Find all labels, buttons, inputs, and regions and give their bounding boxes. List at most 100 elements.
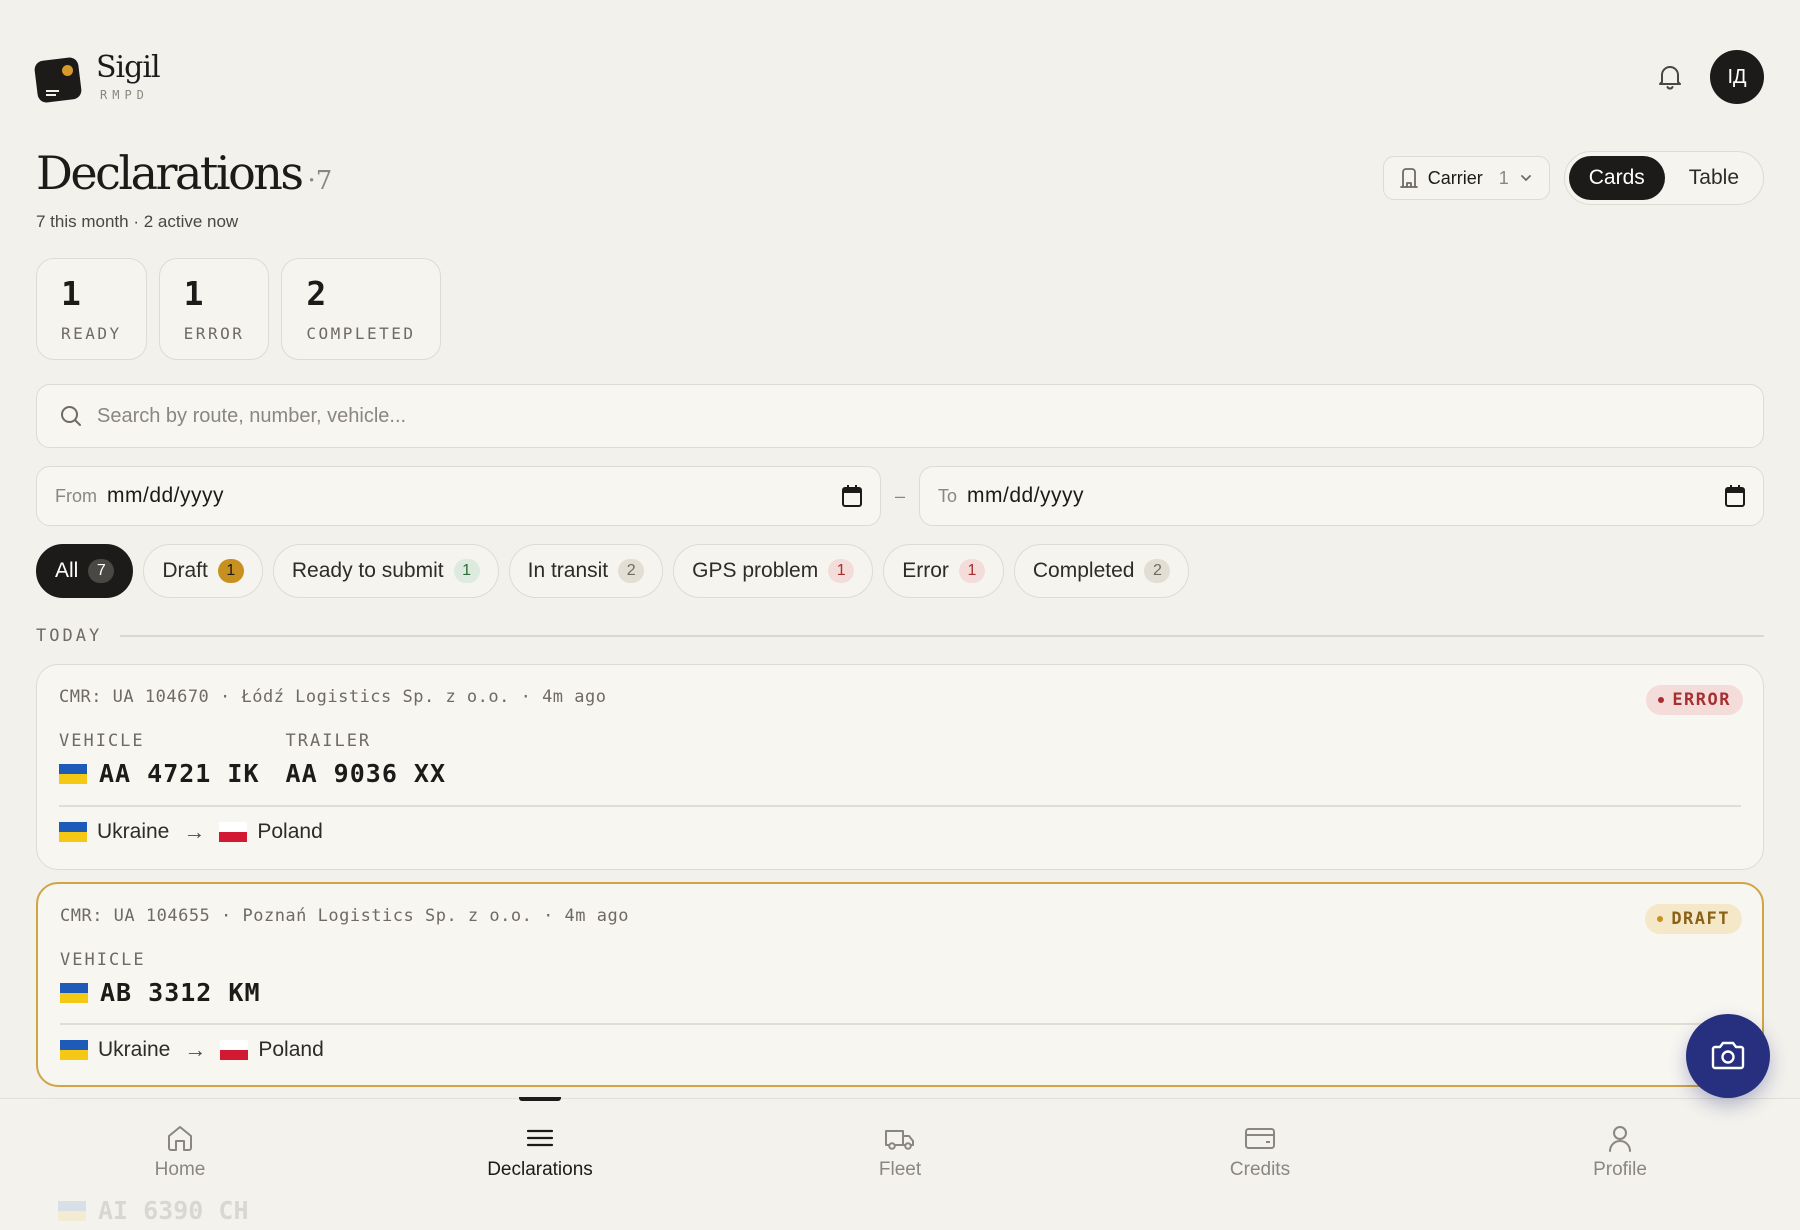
vehicle-label: VEHICLE (59, 731, 145, 751)
declaration-card[interactable]: CMR: UA 104655 · Poznań Logistics Sp. z … (36, 882, 1764, 1087)
date-from-input[interactable]: From mm/dd/yyyy (36, 466, 881, 526)
search-placeholder: Search by route, number, vehicle... (97, 404, 407, 427)
date-to-label: To (938, 485, 958, 506)
stat-label: ERROR (183, 324, 245, 343)
trailer-label: TRAILER (285, 731, 372, 751)
date-range: From mm/dd/yyyy – To mm/dd/yyyy (36, 466, 1764, 526)
search-input[interactable]: Search by route, number, vehicle... (36, 384, 1764, 448)
carrier-filter-dropdown[interactable]: Carrier 1 (1382, 156, 1550, 200)
stat-label: COMPLETED (306, 324, 416, 343)
filter-chip-completed[interactable]: Completed 2 (1013, 544, 1190, 598)
status-dot-icon (1658, 697, 1665, 703)
stat-label: READY (61, 324, 122, 343)
chip-count: 1 (453, 559, 480, 583)
chevron-down-icon (1520, 175, 1531, 181)
view-option-table[interactable]: Table (1669, 156, 1759, 200)
filter-chip-ready-to-submit[interactable]: Ready to submit 1 (272, 544, 499, 598)
truck-icon (885, 1130, 914, 1150)
status-badge: ERROR (1646, 685, 1743, 715)
route: Ukraine → Poland (60, 1037, 324, 1063)
vehicle-label: VEHICLE (60, 950, 146, 970)
view-option-cards[interactable]: Cards (1568, 156, 1665, 200)
logo-icon (33, 53, 83, 104)
carrier-label: Carrier (1427, 167, 1483, 188)
status-text: DRAFT (1671, 909, 1730, 929)
date-to-input[interactable]: To mm/dd/yyyy (919, 466, 1764, 526)
filter-chip-draft[interactable]: Draft 1 (143, 544, 263, 598)
date-range-separator: – (895, 485, 906, 506)
chip-label: In transit (527, 559, 609, 582)
vehicle-plate: AB 3312 KM (100, 978, 261, 1007)
stats-row: 1 READY 1 ERROR 2 COMPLETED (36, 258, 441, 360)
partial-vehicle-plate: AI 6390 CH (58, 1196, 249, 1225)
route-to: Poland (258, 1038, 324, 1061)
list-icon (526, 1129, 554, 1147)
declaration-card[interactable]: CMR: UA 104670 · Łódź Logistics Sp. z o.… (36, 664, 1764, 870)
stat-error[interactable]: 1 ERROR (158, 258, 270, 360)
nav-fleet[interactable]: Fleet (720, 1099, 1080, 1230)
card-divider (60, 1023, 1740, 1025)
active-indicator (519, 1097, 561, 1101)
top-bar: Sigil RMPD ІД (33, 44, 1764, 110)
nav-label: Credits (1229, 1159, 1291, 1180)
brand-name: Sigil (96, 50, 161, 85)
status-dot-icon (1657, 916, 1664, 922)
brand-subtitle: RMPD (100, 88, 149, 102)
filter-chip-gps-problem[interactable]: GPS problem 1 (673, 544, 874, 598)
route-to: Poland (257, 820, 323, 843)
route-from: Ukraine (97, 820, 170, 843)
date-from-value: mm/dd/yyyy (107, 484, 225, 507)
declaration-meta: CMR: UA 104655 · Poznań Logistics Sp. z … (60, 906, 629, 926)
chip-label: Ready to submit (291, 559, 444, 582)
chip-label: GPS problem (692, 559, 819, 582)
stat-ready[interactable]: 1 READY (36, 258, 147, 360)
brand[interactable]: Sigil RMPD (33, 50, 161, 104)
section-label: TODAY (36, 626, 103, 646)
card-divider (59, 805, 1741, 807)
stat-value: 1 (61, 274, 81, 313)
stat-value: 2 (306, 274, 327, 313)
filter-chip-error[interactable]: Error 1 (883, 544, 1004, 598)
route-from: Ukraine (98, 1038, 171, 1061)
carrier-count: 1 (1498, 167, 1509, 188)
chip-count: 1 (828, 559, 855, 583)
status-text: ERROR (1672, 690, 1731, 710)
poland-flag-icon (219, 822, 248, 842)
chip-label: All (55, 559, 79, 582)
ukraine-flag-icon (59, 763, 87, 784)
chip-count: 2 (618, 559, 645, 583)
page-title: Declarations ·7 (36, 150, 332, 205)
user-icon (1609, 1126, 1631, 1152)
view-toggle: Cards Table (1563, 151, 1764, 205)
arrow-right-icon: → (183, 819, 206, 844)
filter-chip-all[interactable]: All 7 (36, 544, 134, 598)
chip-count: 2 (1144, 559, 1171, 583)
status-filters: All 7 Draft 1 Ready to submit 1 In trans… (36, 544, 1190, 598)
camera-icon (1711, 1041, 1745, 1070)
status-badge: DRAFT (1645, 904, 1742, 934)
nav-label: Fleet (878, 1159, 922, 1180)
nav-credits[interactable]: Credits (1080, 1099, 1440, 1230)
stat-completed[interactable]: 2 COMPLETED (281, 258, 441, 360)
nav-declarations[interactable]: Declarations (360, 1097, 720, 1230)
vehicle-plate: AI 6390 CH (98, 1196, 249, 1225)
filter-chip-in-transit[interactable]: In transit 2 (508, 544, 664, 598)
chip-label: Completed (1032, 559, 1135, 582)
notifications-bell-icon[interactable] (1656, 62, 1684, 92)
calendar-icon[interactable] (842, 485, 862, 507)
nav-label: Home (154, 1159, 206, 1180)
ukraine-flag-icon (60, 1040, 88, 1060)
nav-label: Profile (1593, 1159, 1647, 1180)
route: Ukraine → Poland (59, 819, 323, 845)
calendar-icon[interactable] (1725, 485, 1745, 507)
date-from-label: From (55, 485, 97, 506)
date-to-value: mm/dd/yyyy (967, 484, 1085, 507)
page-title-count: ·7 (307, 166, 333, 196)
chip-count: 1 (217, 559, 244, 583)
building-icon (1399, 168, 1418, 188)
camera-scan-button[interactable] (1686, 1014, 1770, 1098)
nav-profile[interactable]: Profile (1440, 1099, 1800, 1230)
user-avatar[interactable]: ІД (1710, 50, 1764, 104)
ukraine-flag-icon (59, 822, 87, 842)
section-header-today: TODAY (36, 626, 1764, 646)
